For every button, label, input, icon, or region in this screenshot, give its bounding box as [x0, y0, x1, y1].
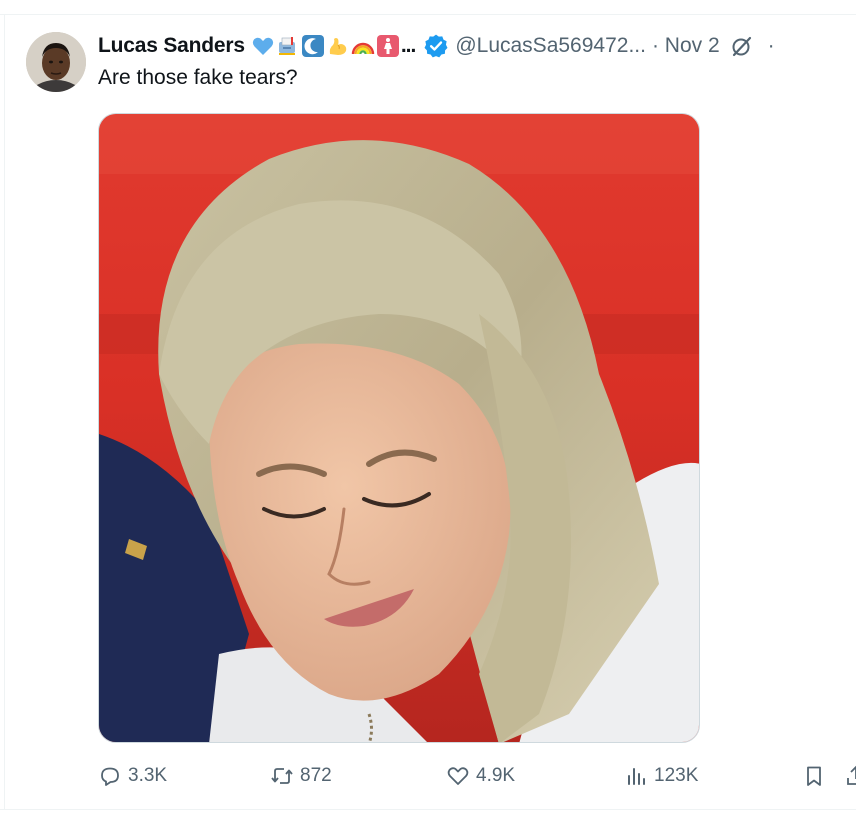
views-count: 123K [654, 765, 699, 786]
tweet-actions: 3.3K 872 4.9K 123K [98, 760, 856, 792]
reply-count: 3.3K [128, 765, 168, 786]
bookmark-icon [807, 766, 821, 786]
woman-symbol-icon [376, 35, 399, 57]
name-emojis [251, 34, 400, 58]
repost-count: 872 [300, 765, 332, 786]
mailbox-icon [278, 37, 295, 55]
rainbow-icon [351, 42, 375, 55]
grok-icon[interactable] [730, 34, 754, 58]
bookmark-button[interactable] [802, 760, 826, 792]
tweet-text: Are those fake tears? [98, 66, 298, 89]
author-handle[interactable]: @LucasSa569472... [455, 34, 646, 58]
reply-icon [101, 767, 119, 786]
heart-icon [447, 767, 469, 785]
share-button[interactable] [844, 760, 856, 792]
like-button[interactable]: 4.9K [446, 760, 515, 792]
top-divider [0, 14, 856, 15]
views-button[interactable]: 123K [624, 760, 698, 792]
more-options[interactable]: · [768, 34, 775, 58]
bottom-divider [0, 809, 856, 810]
blue-heart-icon [252, 37, 273, 55]
reply-button[interactable]: 3.3K [98, 760, 167, 792]
name-ellipsis: ... [400, 34, 416, 57]
crescent-moon-icon [301, 35, 324, 57]
like-count: 4.9K [476, 765, 516, 786]
tweet-image[interactable] [98, 113, 700, 743]
views-chart-icon [628, 768, 645, 785]
left-divider [4, 14, 5, 810]
flexed-biceps-icon [329, 38, 347, 55]
tweet-date[interactable]: · Nov 2 [652, 34, 720, 58]
author-avatar[interactable] [26, 32, 86, 92]
share-icon [847, 765, 856, 785]
tweet-header: Lucas Sanders ... @LucasSa569472... · No… [98, 30, 856, 62]
verified-badge-icon[interactable] [423, 33, 449, 59]
repost-icon [271, 768, 293, 784]
author-name[interactable]: Lucas Sanders [98, 34, 245, 58]
repost-button[interactable]: 872 [270, 760, 332, 792]
